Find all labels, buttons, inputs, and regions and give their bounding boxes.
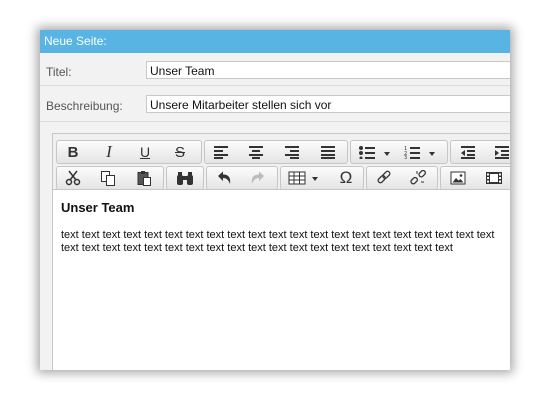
undo-icon [218, 171, 231, 184]
table-icon [288, 171, 318, 185]
align-justify-icon [321, 146, 335, 159]
find-button[interactable] [172, 168, 198, 188]
clipboard-group [56, 166, 164, 190]
list-group: 123 [350, 140, 448, 164]
new-page-dialog: Neue Seite: Titel: Unser Team Beschreibu… [40, 30, 510, 370]
align-left-button[interactable] [208, 142, 234, 162]
unlink-icon [410, 170, 426, 185]
content-heading: Unser Team [61, 200, 135, 215]
toolbar-row-1: B I U S 1 2 3 [53, 140, 510, 166]
strikethrough-icon: S [174, 143, 185, 161]
dialog-title: Neue Seite: [40, 30, 510, 53]
bullet-list-icon [359, 146, 390, 159]
align-group [204, 140, 348, 164]
numbered-list-icon: 123 [404, 146, 435, 159]
outdent-button[interactable] [455, 142, 481, 162]
cut-icon [65, 170, 81, 186]
special-char-button[interactable]: Ω [333, 168, 359, 188]
indent-group [450, 140, 510, 164]
copy-button[interactable] [95, 168, 121, 188]
paste-icon [137, 171, 151, 186]
description-input[interactable]: Unsere Mitarbeiter stellen sich vor [146, 95, 510, 113]
bold-icon: B [67, 143, 79, 161]
align-center-button[interactable] [243, 142, 269, 162]
divider [40, 85, 510, 86]
special-char-icon: Ω [339, 168, 353, 187]
description-label: Beschreibung: [46, 99, 123, 113]
paste-button[interactable] [131, 168, 157, 188]
title-input[interactable]: Unser Team [146, 61, 510, 79]
italic-icon: I [106, 142, 112, 161]
bold-button[interactable]: B [60, 142, 86, 162]
media-icon [486, 172, 502, 184]
indent-icon [495, 146, 509, 159]
media-button[interactable] [481, 168, 507, 188]
outdent-icon [461, 146, 475, 159]
history-group [206, 166, 278, 190]
link-button[interactable] [371, 168, 397, 188]
underline-icon: U [139, 144, 151, 160]
content-body: text text text text text text text text … [61, 229, 495, 254]
align-right-button[interactable] [279, 142, 305, 162]
italic-button[interactable]: I [96, 142, 122, 162]
find-icon [177, 172, 193, 185]
link-group [366, 166, 438, 190]
redo-button[interactable] [245, 168, 271, 188]
align-justify-button[interactable] [315, 142, 341, 162]
redo-icon [251, 171, 264, 184]
rich-text-editor: B I U S 1 2 3 Ω Unser Team text text tex… [52, 133, 510, 370]
align-right-icon [285, 146, 299, 159]
title-label: Titel: [46, 65, 72, 79]
indent-button[interactable] [489, 142, 510, 162]
divider [40, 121, 510, 122]
format-group: B I U S [56, 140, 202, 164]
image-button[interactable] [445, 168, 471, 188]
cut-button[interactable] [60, 168, 86, 188]
undo-button[interactable] [211, 168, 237, 188]
underline-button[interactable]: U [132, 142, 158, 162]
strikethrough-button[interactable]: S [167, 142, 193, 162]
table-button[interactable] [285, 168, 325, 188]
image-icon [450, 171, 466, 185]
insert-group: Ω [280, 166, 364, 190]
media-group [440, 166, 510, 190]
align-center-icon [249, 146, 263, 159]
align-left-icon [214, 146, 228, 159]
editor-content[interactable]: Unser Team text text text text text text… [53, 189, 510, 370]
numbered-list-button[interactable]: 123 [401, 142, 441, 162]
unlink-button[interactable] [405, 168, 431, 188]
svg-text:3: 3 [404, 155, 407, 159]
find-group [166, 166, 204, 190]
bullet-list-button[interactable] [355, 142, 395, 162]
copy-icon [101, 171, 115, 186]
link-icon [377, 170, 391, 184]
